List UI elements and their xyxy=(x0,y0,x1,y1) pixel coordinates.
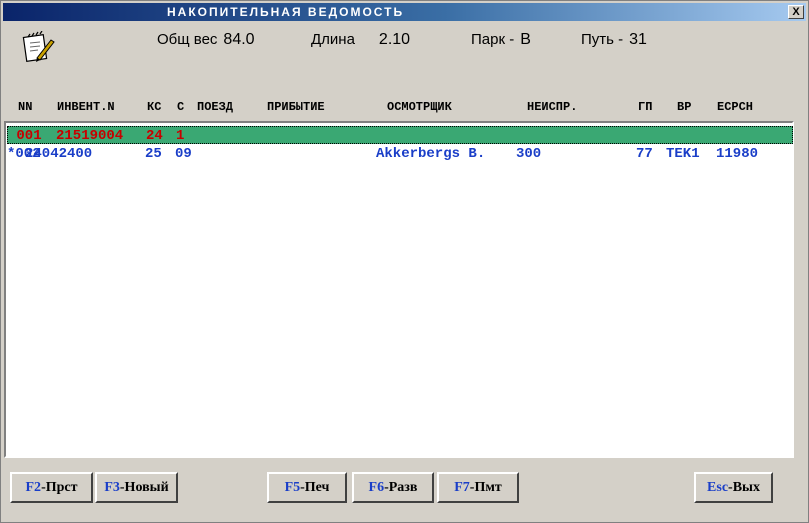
col-header-arrival: ПРИБЫТИЕ xyxy=(267,100,325,114)
f5-label: -Печ xyxy=(300,480,330,495)
cell-gp: 77 xyxy=(636,146,653,162)
close-button[interactable]: X xyxy=(788,5,804,19)
col-header-nn: NN xyxy=(18,100,33,114)
total-weight: Общ вес 84.0 xyxy=(157,31,255,49)
cell-invent: 24042400 xyxy=(25,146,93,162)
esc-button[interactable]: Esc-Вых xyxy=(694,472,773,503)
col-header-vr: ВР xyxy=(677,100,692,114)
f5-key: F5 xyxy=(284,480,301,495)
f7-key: F7 xyxy=(454,480,470,495)
cell-nn: 001 xyxy=(8,128,42,144)
cell-invent: 21519004 xyxy=(56,128,124,144)
table-row-selected[interactable]: 001 21519004 24 1 xyxy=(7,126,793,144)
window-title: НАКОПИТЕЛЬНАЯ ВЕДОМОСТЬ xyxy=(167,5,405,19)
table-row[interactable]: *002 24042400 25 09 Akkerbergs B. 300 77… xyxy=(7,145,793,163)
track-value: 31 xyxy=(629,31,647,48)
col-header-gp: ГП xyxy=(638,100,653,114)
park-value: В xyxy=(520,31,531,48)
cell-vr: TEK1 xyxy=(666,146,700,162)
cell-s: 09 xyxy=(175,146,192,162)
weight-value: 84.0 xyxy=(223,31,255,48)
f3-key: F3 xyxy=(104,480,120,495)
f3-button[interactable]: F3-Новый xyxy=(95,472,178,503)
f3-label: -Новый xyxy=(119,480,169,495)
f7-label: -Пмт xyxy=(469,480,502,495)
records-grid[interactable]: 001 21519004 24 1 *002 24042400 25 09 Ak… xyxy=(4,121,794,458)
length: Длина 2.10 xyxy=(311,31,410,49)
col-header-ks: КС xyxy=(147,100,162,114)
park: Парк - В xyxy=(471,31,531,49)
col-header-esrsn: ЕСРСН xyxy=(717,100,754,114)
f6-label: -Разв xyxy=(384,480,418,495)
park-label: Парк - xyxy=(471,31,515,48)
f7-button[interactable]: F7-Пмт xyxy=(437,472,519,503)
cell-esrsn: 11980 xyxy=(716,146,759,162)
notepad-pencil-icon xyxy=(21,30,57,65)
col-header-fault: НЕИСПР. xyxy=(527,100,578,114)
col-header-train: ПОЕЗД xyxy=(197,100,234,114)
app-window: НАКОПИТЕЛЬНАЯ ВЕДОМОСТЬ X Общ вес 84.0 Дл… xyxy=(0,0,809,523)
esc-label: -Вых xyxy=(728,480,760,495)
col-header-inspector: ОСМОТРЩИК xyxy=(387,100,452,114)
f5-button[interactable]: F5-Печ xyxy=(267,472,347,503)
cell-inspector: Akkerbergs B. xyxy=(376,146,486,162)
title-bar[interactable]: НАКОПИТЕЛЬНАЯ ВЕДОМОСТЬ X xyxy=(3,3,806,21)
f2-label: -Прст xyxy=(41,480,78,495)
cell-s: 1 xyxy=(176,128,185,144)
weight-label: Общ вес xyxy=(157,31,218,48)
cell-fault: 300 xyxy=(516,146,542,162)
f6-key: F6 xyxy=(368,480,385,495)
f6-button[interactable]: F6-Разв xyxy=(352,472,434,503)
length-value: 2.10 xyxy=(378,31,411,48)
cell-ks: 25 xyxy=(145,146,162,162)
col-header-invent: ИНВЕНТ.N xyxy=(57,100,115,114)
f2-key: F2 xyxy=(25,480,42,495)
track-label: Путь - xyxy=(581,31,624,48)
f2-button[interactable]: F2-Прст xyxy=(10,472,93,503)
length-label: Длина xyxy=(311,31,355,48)
col-header-s: С xyxy=(177,100,185,114)
esc-key: Esc xyxy=(707,480,729,495)
cell-ks: 24 xyxy=(146,128,163,144)
track: Путь - 31 xyxy=(581,31,647,49)
